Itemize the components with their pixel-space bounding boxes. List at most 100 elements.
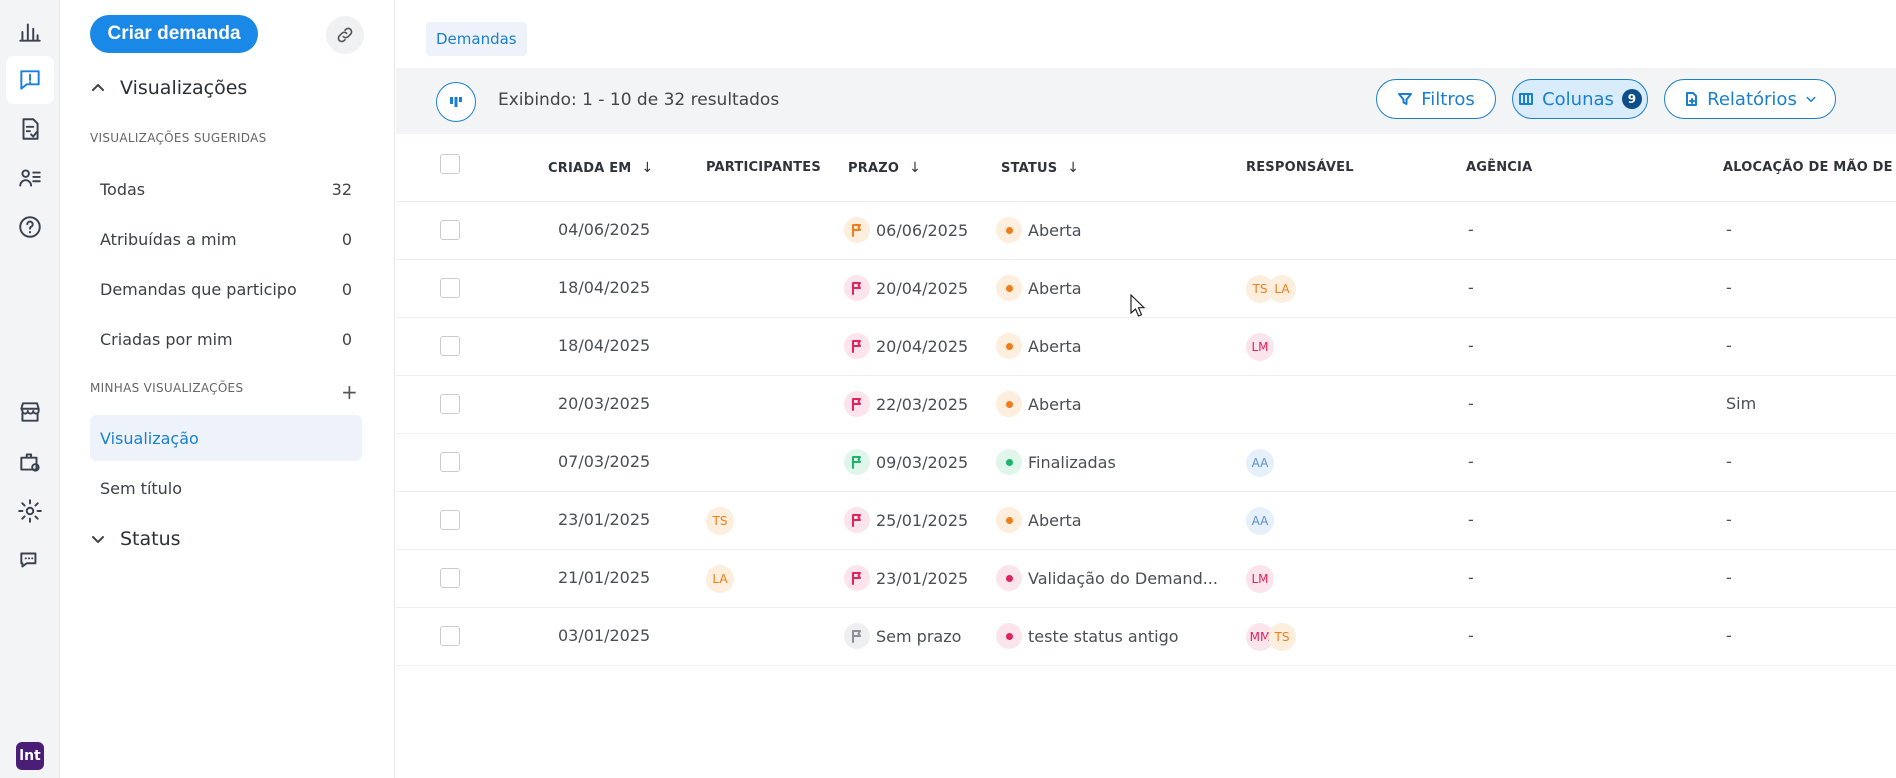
flag-icon bbox=[844, 449, 870, 475]
table-row[interactable]: 18/04/2025 20/04/2025 Aberta LM - - bbox=[396, 318, 1896, 376]
header-responsible[interactable]: RESPONSÁVEL bbox=[1246, 160, 1354, 175]
chat-bubbles-icon[interactable] bbox=[6, 536, 54, 584]
allocation: - bbox=[1726, 220, 1732, 239]
header-deadline[interactable]: PRAZO ↓ bbox=[848, 160, 921, 176]
table-row[interactable]: 20/03/2025 22/03/2025 Aberta - Sim bbox=[396, 376, 1896, 434]
avatar[interactable]: TS bbox=[706, 507, 734, 535]
agency: - bbox=[1468, 336, 1474, 355]
avatar[interactable]: LA bbox=[1268, 275, 1296, 303]
avatar[interactable]: LM bbox=[1246, 333, 1274, 361]
header-allocation[interactable]: ALOCAÇÃO DE MÃO DE OB bbox=[1723, 160, 1896, 175]
status-dot bbox=[996, 507, 1022, 533]
bar-chart-icon[interactable] bbox=[6, 8, 54, 56]
filters-button[interactable]: Filtros bbox=[1376, 79, 1496, 119]
view-item-assigned[interactable]: Atribuídas a mim 0 bbox=[90, 216, 362, 262]
deadline: Sem prazo bbox=[844, 623, 961, 649]
tab-demandas[interactable]: Demandas bbox=[426, 22, 527, 56]
deadline-text: 20/04/2025 bbox=[876, 278, 969, 298]
gear-icon[interactable] bbox=[6, 487, 54, 535]
filter-icon bbox=[1398, 93, 1413, 105]
sort-arrow-icon: ↓ bbox=[641, 160, 654, 176]
deadline: 09/03/2025 bbox=[844, 449, 968, 475]
briefcase-settings-icon[interactable] bbox=[6, 438, 54, 486]
help-circle-icon[interactable] bbox=[6, 203, 54, 251]
deadline: 20/04/2025 bbox=[844, 275, 968, 301]
agency: - bbox=[1468, 568, 1474, 587]
table-header: CRIADA EM ↓ PARTICIPANTES PRAZO ↓ STATUS… bbox=[396, 134, 1896, 202]
table-row[interactable]: 21/01/2025 LA 23/01/2025 Validação do Deman… bbox=[396, 550, 1896, 608]
add-view-icon[interactable]: + bbox=[341, 380, 358, 404]
table-row[interactable]: 07/03/2025 09/03/2025 Finalizadas AA - - bbox=[396, 434, 1896, 492]
create-demand-button[interactable]: Criar demanda bbox=[90, 15, 258, 53]
columns-label: Colunas bbox=[1542, 88, 1614, 110]
view-item-all[interactable]: Todas 32 bbox=[90, 166, 362, 212]
status-section-toggle[interactable]: Status bbox=[90, 528, 181, 550]
columns-button[interactable]: Colunas 9 bbox=[1512, 79, 1648, 119]
row-checkbox[interactable] bbox=[440, 336, 460, 356]
avatar[interactable]: TS bbox=[1268, 623, 1296, 651]
app-logo[interactable]: lnt bbox=[16, 742, 44, 770]
visualizations-section-toggle[interactable]: Visualizações bbox=[90, 77, 247, 99]
participants-avatars: TS bbox=[706, 507, 734, 535]
status-text: Aberta bbox=[1028, 278, 1082, 298]
status-text: Aberta bbox=[1028, 336, 1082, 356]
status-dot bbox=[996, 449, 1022, 475]
allocation: - bbox=[1726, 452, 1732, 471]
filters-label: Filtros bbox=[1421, 88, 1475, 110]
allocation: - bbox=[1726, 626, 1732, 645]
header-participants[interactable]: PARTICIPANTES bbox=[706, 160, 821, 175]
row-checkbox[interactable] bbox=[440, 626, 460, 646]
created-date: 20/03/2025 bbox=[558, 394, 651, 413]
view-item-untitled[interactable]: Sem título bbox=[90, 465, 362, 511]
view-mode-button[interactable] bbox=[436, 82, 476, 122]
avatar[interactable]: LA bbox=[706, 565, 734, 593]
select-all-checkbox[interactable] bbox=[440, 154, 460, 174]
link-button[interactable] bbox=[326, 16, 364, 54]
icon-rail: lnt bbox=[0, 0, 60, 778]
header-label: STATUS bbox=[1001, 160, 1058, 176]
avatar[interactable]: LM bbox=[1246, 565, 1274, 593]
chevron-down-icon bbox=[1806, 96, 1816, 102]
row-checkbox[interactable] bbox=[440, 278, 460, 298]
message-alert-icon[interactable] bbox=[6, 56, 54, 104]
flag-icon bbox=[844, 275, 870, 301]
view-count: 0 bbox=[341, 229, 352, 249]
header-agency[interactable]: AGÊNCIA bbox=[1466, 160, 1532, 175]
avatar[interactable]: AA bbox=[1246, 449, 1274, 477]
agency: - bbox=[1468, 626, 1474, 645]
responsible-avatars: AA bbox=[1246, 449, 1274, 477]
table-row[interactable]: 18/04/2025 20/04/2025 Aberta TS LA - - bbox=[396, 260, 1896, 318]
row-checkbox[interactable] bbox=[440, 220, 460, 240]
flag-icon bbox=[844, 333, 870, 359]
view-item-visualizacao[interactable]: Visualização bbox=[90, 415, 362, 461]
suggested-views-label: VISUALIZAÇÕES SUGERIDAS bbox=[90, 131, 267, 145]
reports-button[interactable]: Relatórios bbox=[1664, 79, 1836, 119]
agency: - bbox=[1468, 394, 1474, 413]
view-item-participating[interactable]: Demandas que participo 0 bbox=[90, 266, 362, 312]
agency: - bbox=[1468, 510, 1474, 529]
avatar[interactable]: AA bbox=[1246, 507, 1274, 535]
table-row[interactable]: 23/01/2025 TS 25/01/2025 Aberta AA - - bbox=[396, 492, 1896, 550]
store-icon[interactable] bbox=[6, 388, 54, 436]
sort-arrow-icon: ↓ bbox=[909, 160, 922, 176]
header-label: PRAZO bbox=[848, 160, 900, 176]
status-text: Aberta bbox=[1028, 394, 1082, 414]
header-created[interactable]: CRIADA EM ↓ bbox=[548, 160, 653, 176]
row-checkbox[interactable] bbox=[440, 510, 460, 530]
view-label: Atribuídas a mim bbox=[100, 229, 237, 249]
view-count: 0 bbox=[341, 329, 352, 349]
mouse-cursor-icon bbox=[1130, 294, 1146, 317]
deadline-text: 23/01/2025 bbox=[876, 568, 969, 588]
row-checkbox[interactable] bbox=[440, 452, 460, 472]
row-checkbox[interactable] bbox=[440, 394, 460, 414]
view-item-created-by-me[interactable]: Criadas por mim 0 bbox=[90, 316, 362, 362]
header-status[interactable]: STATUS ↓ bbox=[1001, 160, 1079, 176]
table-row[interactable]: 03/01/2025 Sem prazo teste status antigo MM… bbox=[396, 608, 1896, 666]
responsible-avatars: AA bbox=[1246, 507, 1274, 535]
user-list-icon[interactable] bbox=[6, 154, 54, 202]
row-checkbox[interactable] bbox=[440, 568, 460, 588]
table-row[interactable]: 04/06/2025 06/06/2025 Aberta - - bbox=[396, 202, 1896, 260]
deadline-text: 09/03/2025 bbox=[876, 452, 969, 472]
form-check-icon[interactable] bbox=[6, 105, 54, 153]
status-dot bbox=[996, 391, 1022, 417]
